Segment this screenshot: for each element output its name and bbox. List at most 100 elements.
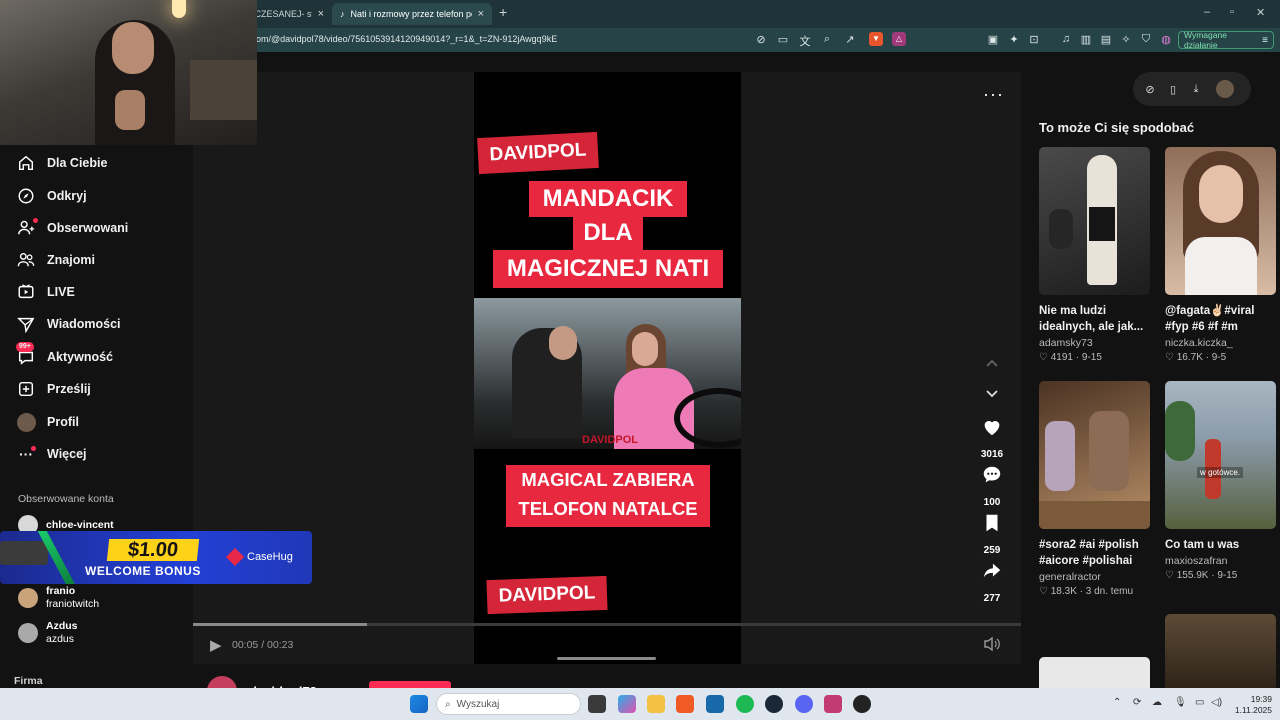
discord-icon[interactable] xyxy=(795,695,813,713)
vpn-icon[interactable]: ⛉ xyxy=(1139,33,1153,46)
windows-start-icon[interactable] xyxy=(410,695,428,713)
card-author[interactable]: adamsky73 xyxy=(1039,337,1150,349)
sidebar-item-following[interactable]: Obserwowani xyxy=(16,218,128,238)
followed-account[interactable]: Azdus azdus xyxy=(18,620,78,646)
brave-beta-icon[interactable] xyxy=(824,695,842,713)
card-caption[interactable]: #sora2 #ai #polish #aicore #polishai xyxy=(1039,537,1150,569)
recommended-card[interactable]: w gotówce. Co tam u was maxioszafran ♡ 1… xyxy=(1165,381,1276,581)
recommended-card-partial[interactable] xyxy=(1039,657,1150,688)
system-clock[interactable]: 19:39 1.11.2025 xyxy=(1228,694,1272,716)
more-options-icon[interactable]: ··· xyxy=(983,84,1004,105)
swipe-handle[interactable] xyxy=(557,657,656,660)
card-caption[interactable]: Co tam u was xyxy=(1165,537,1276,553)
phone-icon[interactable]: ▯ xyxy=(1166,83,1180,96)
zoom-icon[interactable]: ⌕ xyxy=(820,33,834,46)
close-tab-icon[interactable]: × xyxy=(318,8,324,20)
share-button[interactable]: 277 xyxy=(978,560,1006,604)
wallet-icon[interactable]: ▤ xyxy=(1099,33,1113,46)
video-headline-line3: MAGICZNEJ NATI xyxy=(493,250,723,288)
followed-account[interactable]: franio franiotwitch xyxy=(18,585,99,611)
sidebar-item-live[interactable]: LIVE xyxy=(16,282,75,302)
sync-icon[interactable]: ⟳ xyxy=(1133,697,1141,708)
ad-brand: CaseHug xyxy=(225,547,293,567)
sidebar-item-activity[interactable]: 99+ Aktywność xyxy=(16,342,113,367)
copilot-icon[interactable] xyxy=(618,695,636,713)
ad-brand-name: CaseHug xyxy=(247,551,293,563)
volume-tray-icon[interactable]: ◁) xyxy=(1211,697,1222,708)
card-caption[interactable]: @fagata✌🏻#viral #fyp #6 #f #m xyxy=(1165,303,1276,335)
card-author[interactable]: niczka.kiczka_ xyxy=(1165,337,1276,349)
leo-icon[interactable]: ✧ xyxy=(1119,33,1133,46)
required-action-button[interactable]: Wymagane działanie ≡ xyxy=(1178,30,1274,50)
puzzle-icon[interactable]: ✦ xyxy=(1007,33,1021,46)
brave-icon[interactable] xyxy=(676,695,694,713)
mic-icon[interactable]: 🎙︎ xyxy=(1174,697,1187,708)
cloud-icon[interactable]: ☁ xyxy=(1152,697,1162,708)
sidebar-item-friends[interactable]: Znajomi xyxy=(16,250,95,270)
card-thumbnail[interactable]: w gotówce. xyxy=(1165,381,1276,529)
browser-tab-active[interactable]: ♪ Nati i rozmowy przez telefon po × xyxy=(332,3,492,25)
brave-rewards-icon[interactable]: △ xyxy=(892,32,906,46)
card-author[interactable]: generalractor xyxy=(1039,571,1150,583)
card-thumbnail[interactable] xyxy=(1039,381,1150,529)
close-tab-icon[interactable]: × xyxy=(478,8,484,20)
card-thumbnail[interactable] xyxy=(1165,147,1276,295)
minimize-icon[interactable]: – xyxy=(1204,6,1210,18)
sidebar-item-messages[interactable]: Wiadomości xyxy=(16,314,121,334)
card-thumbnail[interactable] xyxy=(1165,614,1276,688)
sidebar-item-upload[interactable]: Prześlij xyxy=(16,379,91,399)
tray-chevron-icon[interactable]: ⌃ xyxy=(1113,697,1121,708)
card-caption[interactable]: Nie ma ludzi idealnych, ale jak... xyxy=(1039,303,1150,335)
screenshot-icon[interactable]: ⊡ xyxy=(1027,33,1041,46)
card-date: 9-5 xyxy=(1211,352,1227,363)
brave-shield-icon[interactable]: ▼ xyxy=(869,32,883,46)
spotify-icon[interactable] xyxy=(736,695,754,713)
sidebar-item-explore[interactable]: Odkryj xyxy=(16,186,87,206)
task-view-icon[interactable] xyxy=(588,695,606,713)
obs-icon[interactable] xyxy=(853,695,871,713)
music-icon[interactable]: ♫ xyxy=(1059,33,1073,45)
profile-icon[interactable]: ◍ xyxy=(1159,33,1173,46)
extension-icon[interactable]: ▣ xyxy=(986,33,1000,46)
card-thumbnail[interactable] xyxy=(1039,657,1150,688)
sidebar-item-label: Wiadomości xyxy=(47,317,121,331)
sidebar-item-profile[interactable]: Profil xyxy=(16,412,79,432)
taskbar-search[interactable]: ⌕ Wyszukaj xyxy=(436,693,581,715)
comment-button[interactable]: 100 xyxy=(978,464,1006,508)
account-name: franio xyxy=(46,585,76,597)
network-icon[interactable]: ▭ xyxy=(1195,697,1204,708)
maximize-icon[interactable]: ▫ xyxy=(1230,6,1234,18)
store-icon[interactable] xyxy=(706,695,724,713)
live-icon xyxy=(16,282,36,302)
play-icon[interactable]: ▶ xyxy=(210,636,222,654)
steam-icon[interactable] xyxy=(765,695,783,713)
sidebar-item-for-you[interactable]: Dla Ciebie xyxy=(16,153,107,173)
previous-video-icon[interactable] xyxy=(978,356,1006,371)
user-avatar[interactable] xyxy=(1216,80,1234,98)
card-thumbnail[interactable] xyxy=(1039,147,1150,295)
cast-icon[interactable]: ▭ xyxy=(776,33,790,46)
new-tab-icon[interactable]: + xyxy=(499,4,507,20)
recommended-card[interactable]: #sora2 #ai #polish #aicore #polishai gen… xyxy=(1039,381,1150,597)
sidebar-item-more[interactable]: ··· Więcej xyxy=(16,444,87,464)
close-window-icon[interactable]: ✕ xyxy=(1256,6,1265,19)
sidebar-panel-icon[interactable]: ▥ xyxy=(1079,33,1093,46)
card-author[interactable]: maxioszafran xyxy=(1165,555,1276,567)
explorer-icon[interactable] xyxy=(647,695,665,713)
download-icon[interactable]: ⤓ xyxy=(1189,83,1203,96)
like-button[interactable]: 3016 xyxy=(978,416,1006,460)
address-url[interactable]: om/@davidpol78/video/7561053914120949014… xyxy=(256,34,557,44)
next-video-icon[interactable] xyxy=(978,386,1006,404)
video-progress-bar[interactable] xyxy=(193,623,1021,626)
recommended-card[interactable]: @fagata✌🏻#viral #fyp #6 #f #m niczka.kic… xyxy=(1165,147,1276,363)
compass-icon[interactable]: ⊘ xyxy=(1143,83,1157,96)
translate-icon[interactable]: 文 xyxy=(798,33,812,49)
footer-company-link[interactable]: Firma xyxy=(14,675,43,687)
share-page-icon[interactable]: ↗ xyxy=(843,33,857,46)
ad-banner[interactable]: $1.00 WELCOME BONUS CaseHug xyxy=(0,531,312,584)
save-button[interactable]: 259 xyxy=(978,512,1006,556)
volume-icon[interactable] xyxy=(983,636,1001,655)
recommended-card-partial[interactable] xyxy=(1165,614,1276,688)
no-track-icon[interactable]: ⊘ xyxy=(754,33,768,46)
recommended-card[interactable]: Nie ma ludzi idealnych, ale jak... adams… xyxy=(1039,147,1150,363)
